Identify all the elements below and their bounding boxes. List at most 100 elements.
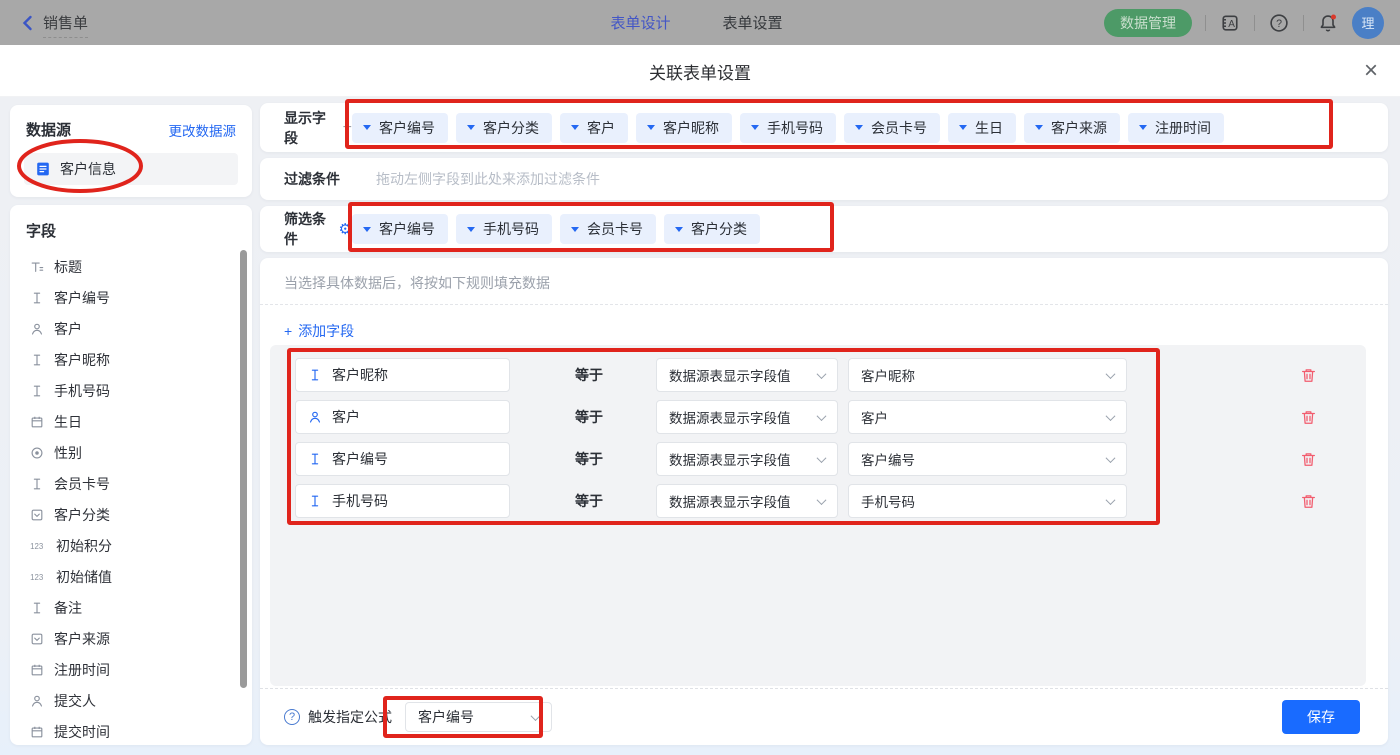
field-tag[interactable]: 客户来源 — [1024, 113, 1120, 143]
display-fields-label: 显示字段 — [284, 108, 336, 148]
rule-field-box[interactable]: 客户昵称 — [295, 358, 510, 392]
text-field-icon — [30, 384, 44, 398]
screen-condition-label-group: 筛选条件 ⚙ — [284, 209, 352, 249]
rule-field-box[interactable]: 客户编号 — [295, 442, 510, 476]
field-item[interactable]: 123 初始储值 — [10, 561, 252, 592]
operator-label: 等于 — [575, 365, 656, 385]
caret-down-icon — [363, 227, 371, 232]
field-item[interactable]: 生日 — [10, 406, 252, 437]
topbar-left: 销售单 — [0, 12, 88, 33]
add-display-field-button[interactable]: + — [343, 119, 352, 137]
scrollbar[interactable] — [240, 250, 247, 688]
datasource-item[interactable]: 客户信息 — [24, 153, 238, 185]
help-icon[interactable]: ? — [284, 709, 300, 725]
field-tag[interactable]: 客户 — [560, 113, 628, 143]
field-tag[interactable]: 客户分类 — [664, 214, 760, 244]
field-tag[interactable]: 手机号码 — [456, 214, 552, 244]
field-item[interactable]: 备注 — [10, 592, 252, 623]
text-field-icon — [308, 494, 322, 508]
delete-rule-icon[interactable] — [1300, 451, 1317, 468]
user-icon — [30, 694, 44, 708]
text-field-icon — [30, 353, 44, 367]
field-item[interactable]: 客户分类 — [10, 499, 252, 530]
field-tag[interactable]: 客户昵称 — [636, 113, 732, 143]
screen-condition-label: 筛选条件 — [284, 209, 332, 249]
form-name[interactable]: 销售单 — [43, 12, 88, 33]
field-item[interactable]: 提交时间 — [10, 716, 252, 745]
field-tag[interactable]: 注册时间 — [1128, 113, 1224, 143]
divider — [260, 304, 1388, 305]
source-type-dropdown[interactable]: 数据源表显示字段值 — [656, 442, 838, 476]
change-datasource-link[interactable]: 更改数据源 — [169, 120, 237, 140]
rule-field-box[interactable]: 客户 — [295, 400, 510, 434]
add-field-button[interactable]: + 添加字段 — [284, 321, 354, 341]
source-field-dropdown[interactable]: 客户 — [848, 400, 1127, 434]
field-tag[interactable]: 生日 — [948, 113, 1016, 143]
save-button[interactable]: 保存 — [1282, 700, 1360, 734]
field-tag[interactable]: 客户编号 — [352, 113, 448, 143]
delete-rule-icon[interactable] — [1300, 493, 1317, 510]
operator-label: 等于 — [575, 449, 656, 469]
rule-field-box[interactable]: 手机号码 — [295, 484, 510, 518]
source-field-dropdown[interactable]: 客户昵称 — [848, 358, 1127, 392]
screen-condition-tags: 客户编号 手机号码 会员卡号 客户分类 — [352, 214, 760, 244]
delete-rule-icon[interactable] — [1300, 409, 1317, 426]
rule-row: 客户编号 等于 数据源表显示字段值 客户编号 — [295, 442, 1366, 476]
translate-book-icon[interactable]: A — [1219, 12, 1241, 34]
rule-row: 手机号码 等于 数据源表显示字段值 手机号码 — [295, 484, 1366, 518]
field-item[interactable]: 客户 — [10, 313, 252, 344]
modal-footer: ? 触发指定公式 客户编号 保存 — [260, 688, 1388, 745]
field-item[interactable]: 会员卡号 — [10, 468, 252, 499]
source-field-dropdown[interactable]: 手机号码 — [848, 484, 1127, 518]
operator-label: 等于 — [575, 491, 656, 511]
filter-condition-label: 过滤条件 — [284, 169, 340, 189]
trigger-formula-dropdown[interactable]: 客户编号 — [405, 702, 552, 732]
field-tag[interactable]: 客户分类 — [456, 113, 552, 143]
field-item[interactable]: 注册时间 — [10, 654, 252, 685]
caret-down-icon — [675, 227, 683, 232]
field-item-title[interactable]: 标题 — [10, 251, 252, 282]
text-field-icon — [30, 477, 44, 491]
help-icon[interactable]: ? — [1268, 12, 1290, 34]
field-item[interactable]: 提交人 — [10, 685, 252, 716]
user-icon — [30, 322, 44, 336]
field-item[interactable]: 客户来源 — [10, 623, 252, 654]
source-field-dropdown[interactable]: 客户编号 — [848, 442, 1127, 476]
divider — [1303, 15, 1304, 31]
field-item[interactable]: 手机号码 — [10, 375, 252, 406]
gear-icon[interactable]: ⚙ — [339, 222, 352, 237]
notification-bell-icon[interactable] — [1317, 12, 1339, 34]
chevron-down-icon — [1106, 495, 1116, 505]
source-type-dropdown[interactable]: 数据源表显示字段值 — [656, 400, 838, 434]
delete-rule-icon[interactable] — [1300, 367, 1317, 384]
field-tag[interactable]: 会员卡号 — [844, 113, 940, 143]
back-icon[interactable] — [20, 15, 34, 31]
caret-down-icon — [855, 125, 863, 130]
close-icon[interactable]: × — [1364, 56, 1378, 86]
modal-header: 关联表单设置 × — [0, 45, 1400, 97]
caret-down-icon — [467, 125, 475, 130]
filter-drop-placeholder: 拖动左侧字段到此处来添加过滤条件 — [376, 169, 600, 189]
select-icon — [30, 632, 44, 646]
datasource-title: 数据源 — [26, 119, 71, 140]
operator-label: 等于 — [575, 407, 656, 427]
topbar-right: 数据管理 A ? 理 — [1104, 0, 1384, 45]
tab-form-settings[interactable]: 表单设置 — [723, 12, 783, 33]
source-type-dropdown[interactable]: 数据源表显示字段值 — [656, 484, 838, 518]
fields-title: 字段 — [10, 205, 252, 251]
svg-text:?: ? — [1276, 17, 1282, 29]
data-manage-button[interactable]: 数据管理 — [1104, 9, 1192, 37]
avatar[interactable]: 理 — [1352, 7, 1384, 39]
field-item[interactable]: 性别 — [10, 437, 252, 468]
field-item[interactable]: 123 初始积分 — [10, 530, 252, 561]
source-type-dropdown[interactable]: 数据源表显示字段值 — [656, 358, 838, 392]
divider — [1254, 15, 1255, 31]
field-item[interactable]: 客户编号 — [10, 282, 252, 313]
caret-down-icon — [751, 125, 759, 130]
field-tag[interactable]: 客户编号 — [352, 214, 448, 244]
field-tag[interactable]: 手机号码 — [740, 113, 836, 143]
field-item[interactable]: 客户昵称 — [10, 344, 252, 375]
chevron-down-icon — [817, 411, 827, 421]
field-tag[interactable]: 会员卡号 — [560, 214, 656, 244]
tab-form-design[interactable]: 表单设计 — [611, 12, 671, 33]
